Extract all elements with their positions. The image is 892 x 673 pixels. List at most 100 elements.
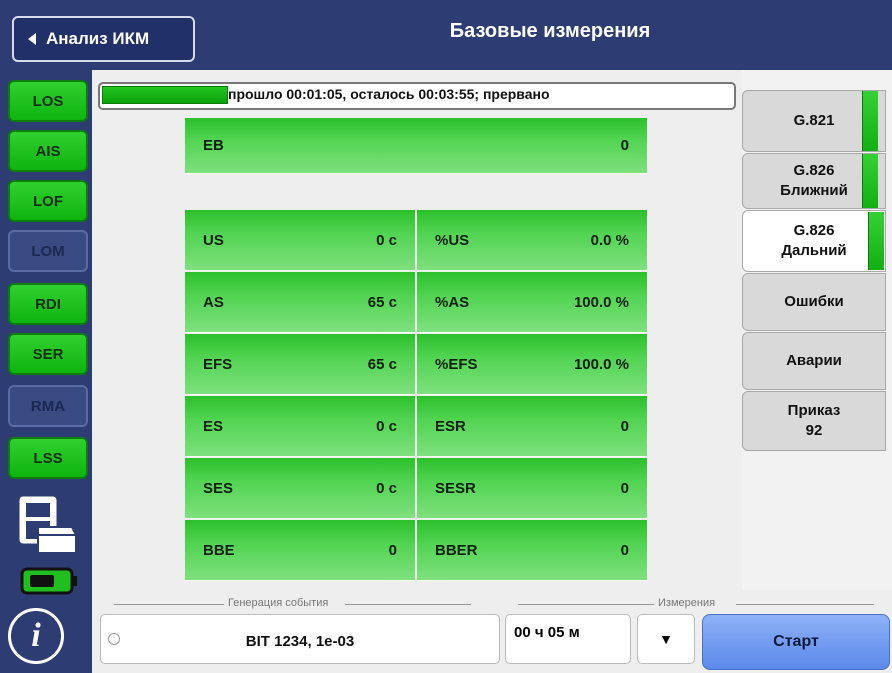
alarm-label: AIS — [35, 142, 61, 160]
metric-value: 100.0 % — [573, 293, 629, 311]
eb-cell: EB 0 — [185, 118, 647, 174]
alarm-label: LOF — [33, 192, 63, 210]
alarm-label: RDI — [35, 295, 61, 313]
eb-value: 0 — [620, 137, 629, 154]
alarm-lom[interactable]: LOM — [8, 230, 88, 272]
metric-label: BBE — [203, 541, 235, 559]
alarm-rma[interactable]: RMA — [8, 385, 88, 427]
metric-cell: ESR 0 — [417, 396, 647, 457]
metric-cell: SESR 0 — [417, 458, 647, 519]
files-icon[interactable] — [18, 495, 78, 555]
metric-label: BBER — [435, 541, 478, 559]
event-radio[interactable] — [108, 633, 120, 645]
tab-line: G.821 — [793, 112, 835, 129]
alarm-ais[interactable]: AIS — [8, 130, 88, 172]
metric-cell: ES 0 с — [185, 396, 415, 457]
metric-label: ESR — [435, 417, 466, 435]
legend-line — [114, 604, 224, 605]
back-arrow-icon — [28, 33, 36, 45]
event-legend: Генерация события — [228, 597, 329, 609]
tab-line: 92 — [805, 422, 823, 439]
metric-label: %EFS — [435, 355, 478, 373]
tab-line: Ошибки — [784, 293, 844, 310]
metric-value: 0 с — [376, 417, 397, 435]
tab-label: G.826 Ближний — [780, 161, 848, 201]
start-button[interactable]: Старт — [702, 614, 890, 670]
metric-value: 0 — [620, 479, 629, 497]
duration-field[interactable]: 00 ч 05 м — [505, 614, 631, 664]
info-glyph: i — [31, 617, 41, 654]
metric-cell: US 0 с — [185, 210, 415, 271]
progress-text: прошло 00:01:05, осталось 00:03:55; прер… — [228, 86, 550, 102]
metric-cell: %EFS 100.0 % — [417, 334, 647, 395]
legend-line — [345, 604, 471, 605]
tab-g826-far[interactable]: G.826 Дальний — [742, 210, 886, 272]
duration-dropdown-button[interactable]: ▼ — [637, 614, 695, 664]
tab-order92[interactable]: Приказ 92 — [742, 391, 886, 451]
legend-line — [736, 604, 874, 605]
metric-label: EFS — [203, 355, 233, 373]
alarm-label: LOM — [31, 242, 65, 260]
metric-cell: BBER 0 — [417, 520, 647, 581]
tab-indicator — [862, 91, 878, 151]
tab-line: G.826 — [793, 222, 835, 239]
metric-value: 65 с — [367, 293, 397, 311]
metric-label: SES — [203, 479, 234, 497]
info-icon[interactable]: i — [8, 608, 64, 664]
metric-value: 0.0 % — [590, 231, 629, 249]
tab-line: Аварии — [786, 352, 842, 369]
event-text: BIT 1234, 1e-03 — [245, 633, 355, 650]
tab-alarms[interactable]: Аварии — [742, 332, 886, 390]
tab-line: Ближний — [780, 182, 848, 199]
metric-value: 65 с — [367, 355, 397, 373]
metric-cell: EFS 65 с — [185, 334, 415, 395]
alarm-los[interactable]: LOS — [8, 80, 88, 122]
metric-cell: %US 0.0 % — [417, 210, 647, 271]
metric-label: US — [203, 231, 224, 249]
metric-label: %AS — [435, 293, 470, 311]
battery-icon — [20, 567, 77, 595]
alarm-rdi[interactable]: RDI — [8, 283, 88, 325]
tab-label: G.821 — [794, 111, 835, 131]
tab-line: Дальний — [781, 242, 847, 259]
alarm-label: SER — [32, 345, 64, 363]
tab-label: Ошибки — [784, 292, 843, 312]
alarm-ser[interactable]: SER — [8, 333, 88, 375]
eb-label: EB — [203, 137, 224, 154]
legend-line — [518, 604, 654, 605]
alarm-label: LSS — [33, 449, 63, 467]
metric-value: 0 — [388, 541, 397, 559]
metric-cell: BBE 0 — [185, 520, 415, 581]
metric-value: 0 с — [376, 479, 397, 497]
tab-label: Аварии — [786, 351, 842, 371]
page-title: Базовые измерения — [449, 20, 651, 42]
chevron-down-icon: ▼ — [659, 631, 673, 647]
back-button[interactable]: Анализ ИКМ — [12, 16, 195, 62]
metric-label: SESR — [435, 479, 476, 497]
metric-value: 0 с — [376, 231, 397, 249]
measure-legend: Измерения — [658, 597, 716, 609]
metric-cell: AS 65 с — [185, 272, 415, 333]
tab-errors[interactable]: Ошибки — [742, 273, 886, 331]
metric-cell: SES 0 с — [185, 458, 415, 519]
metric-label: ES — [203, 417, 224, 435]
metric-value: 0 — [620, 417, 629, 435]
tab-line: Приказ — [787, 402, 841, 419]
alarm-label: LOS — [32, 92, 64, 110]
metric-label: %US — [435, 231, 470, 249]
tab-indicator — [868, 212, 884, 270]
alarm-lof[interactable]: LOF — [8, 180, 88, 222]
metric-cell: %AS 100.0 % — [417, 272, 647, 333]
tab-label: Приказ 92 — [788, 401, 841, 441]
progress-fill — [102, 86, 228, 104]
tab-indicator — [862, 154, 878, 208]
start-button-label: Старт — [773, 633, 819, 650]
back-button-label: Анализ ИКМ — [46, 29, 150, 48]
metric-value: 100.0 % — [573, 355, 629, 373]
metric-value: 0 — [620, 541, 629, 559]
tab-line: G.826 — [793, 162, 835, 179]
alarm-label: RMA — [30, 397, 66, 415]
tab-label: G.826 Дальний — [781, 221, 846, 261]
alarm-lss[interactable]: LSS — [8, 437, 88, 479]
metric-label: AS — [203, 293, 224, 311]
